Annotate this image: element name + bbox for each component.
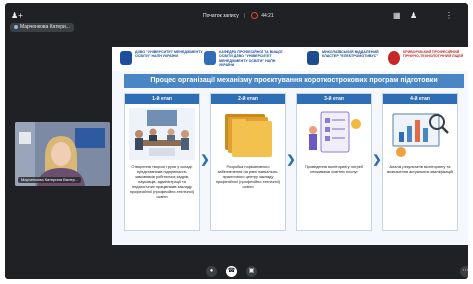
university-emblem-icon	[120, 51, 132, 65]
stage-label: 3-й етап	[297, 94, 371, 104]
status-dot	[14, 24, 18, 29]
recording-time: 44:21	[261, 12, 274, 19]
phone-icon[interactable]: ☎	[226, 266, 237, 277]
camera-icon[interactable]: ▣	[246, 266, 257, 277]
stage-card-1: 1-й етап Створення творчої групи у склад…	[124, 93, 200, 231]
record-icon	[250, 12, 258, 19]
layout-icon[interactable]: ▦	[393, 11, 401, 21]
folders-illustration-icon	[215, 108, 281, 160]
more-options-icon[interactable]: ⋯	[460, 266, 468, 277]
shared-presentation: ДЗВО "УНІВЕРСИТЕТ МЕНЕДЖМЕНТУ ОСВІТИ" НА…	[112, 47, 468, 245]
department-emblem-icon	[204, 51, 216, 65]
chevron-right-icon: ❯	[372, 154, 382, 166]
survey-illustration-icon	[301, 108, 367, 160]
participant-name: Марченкова Катерина Валер...	[18, 177, 82, 183]
stage-label: 1-й етап	[125, 94, 199, 104]
analytics-illustration-icon	[387, 108, 453, 160]
separator: |	[244, 12, 246, 19]
stage-card-3: 3-й етап Проведення моніторингу потреб с…	[296, 93, 372, 231]
more-vertical-icon[interactable]: ⋮	[445, 11, 453, 21]
stage-text: Аналіз результатів моніторингу та визнач…	[387, 164, 453, 174]
recording-status: Початок запису | 44:21	[203, 12, 274, 19]
stage-text: Створення творчої групи у складі: предст…	[129, 164, 195, 199]
slide-title: Процес організації механізму проєктуванн…	[124, 74, 464, 88]
meeting-illustration-icon	[129, 108, 195, 160]
chevron-right-icon: ❯	[286, 154, 296, 166]
stage-card-4: 4-й етап Аналіз результатів моніторингу …	[382, 93, 458, 231]
stage-card-2: 2-й етап Розробка нормативного забезпече…	[210, 93, 286, 231]
stage-text: Проведення моніторингу потреб споживачів…	[304, 164, 364, 174]
lyceum-emblem-icon	[388, 51, 400, 65]
logos-header: ДЗВО "УНІВЕРСИТЕТ МЕНЕДЖМЕНТУ ОСВІТИ" НА…	[112, 47, 468, 71]
chevron-right-icon: ❯	[200, 154, 210, 166]
mic-icon[interactable]: ●	[206, 266, 217, 277]
meeting-chip-label: Марченкова Катери...	[20, 24, 70, 30]
stage-text: Розробка нормативного забезпечення на рі…	[215, 164, 281, 189]
person-add-icon[interactable]: ♟+	[11, 11, 23, 21]
recording-title: Початок запису	[203, 12, 239, 19]
stage-label: 2-й етап	[211, 94, 285, 104]
stage-label: 4-й етап	[383, 94, 457, 104]
meeting-participant-chip[interactable]: Марченкова Катери...	[10, 23, 74, 32]
cluster-emblem-icon	[307, 51, 319, 65]
people-icon[interactable]: ♟	[410, 11, 417, 21]
meeting-window: ♟+ Марченкова Катери... Початок запису |…	[5, 3, 468, 279]
self-video-tile[interactable]: Марченкова Катерина Валер...	[15, 122, 110, 186]
